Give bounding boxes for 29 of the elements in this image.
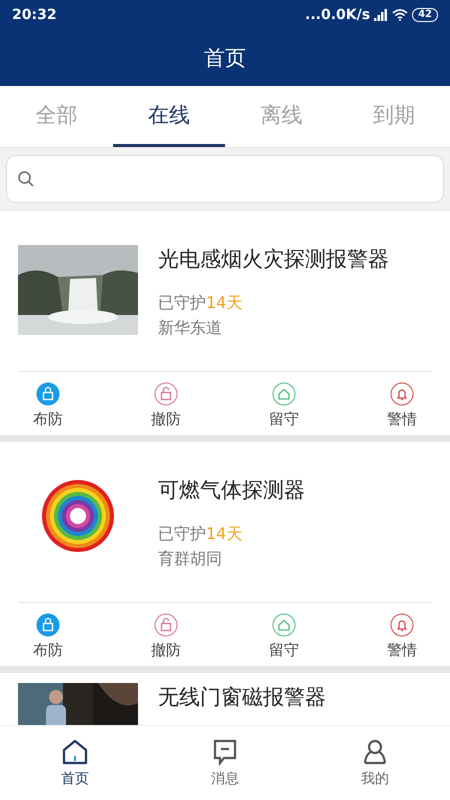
network-speed: ...0.0K/s — [305, 7, 370, 23]
action-label[interactable]: 留守 — [269, 410, 299, 429]
action-label[interactable]: 撤防 — [151, 641, 181, 660]
search-icon — [17, 170, 35, 188]
device-location: 育群胡同 — [158, 549, 223, 570]
nav-tab[interactable]: 我的 — [300, 726, 450, 800]
device-name: 无线门窗磁报警器 — [158, 684, 326, 711]
action-label[interactable]: 留守 — [269, 641, 299, 660]
home-icon — [61, 738, 89, 766]
user-icon — [361, 738, 389, 766]
status-time: 20:32 — [12, 7, 57, 23]
action-label[interactable]: 警情 — [387, 410, 417, 429]
wifi-icon — [392, 9, 408, 21]
signal-icon — [374, 9, 388, 21]
page-title: 首页 — [203, 45, 247, 72]
nav-tab[interactable]: 首页 — [0, 726, 150, 800]
device-location: 新华东道 — [158, 318, 223, 339]
action-label[interactable]: 警情 — [387, 641, 417, 660]
guard-duration: 已守护14天 — [158, 524, 244, 545]
device-name: 可燃气体探测器 — [158, 477, 305, 504]
guard-duration: 已守护14天 — [158, 293, 244, 314]
nav-tab[interactable]: 消息 — [150, 726, 300, 800]
battery-level: 42 — [412, 8, 438, 22]
action-label[interactable]: 撤防 — [151, 410, 181, 429]
message-icon — [211, 738, 239, 766]
action-label[interactable]: 布防 — [33, 410, 63, 429]
device-name: 光电感烟火灾探测报警器 — [158, 246, 389, 273]
action-label[interactable]: 布防 — [33, 641, 63, 660]
search-field[interactable] — [6, 155, 444, 203]
